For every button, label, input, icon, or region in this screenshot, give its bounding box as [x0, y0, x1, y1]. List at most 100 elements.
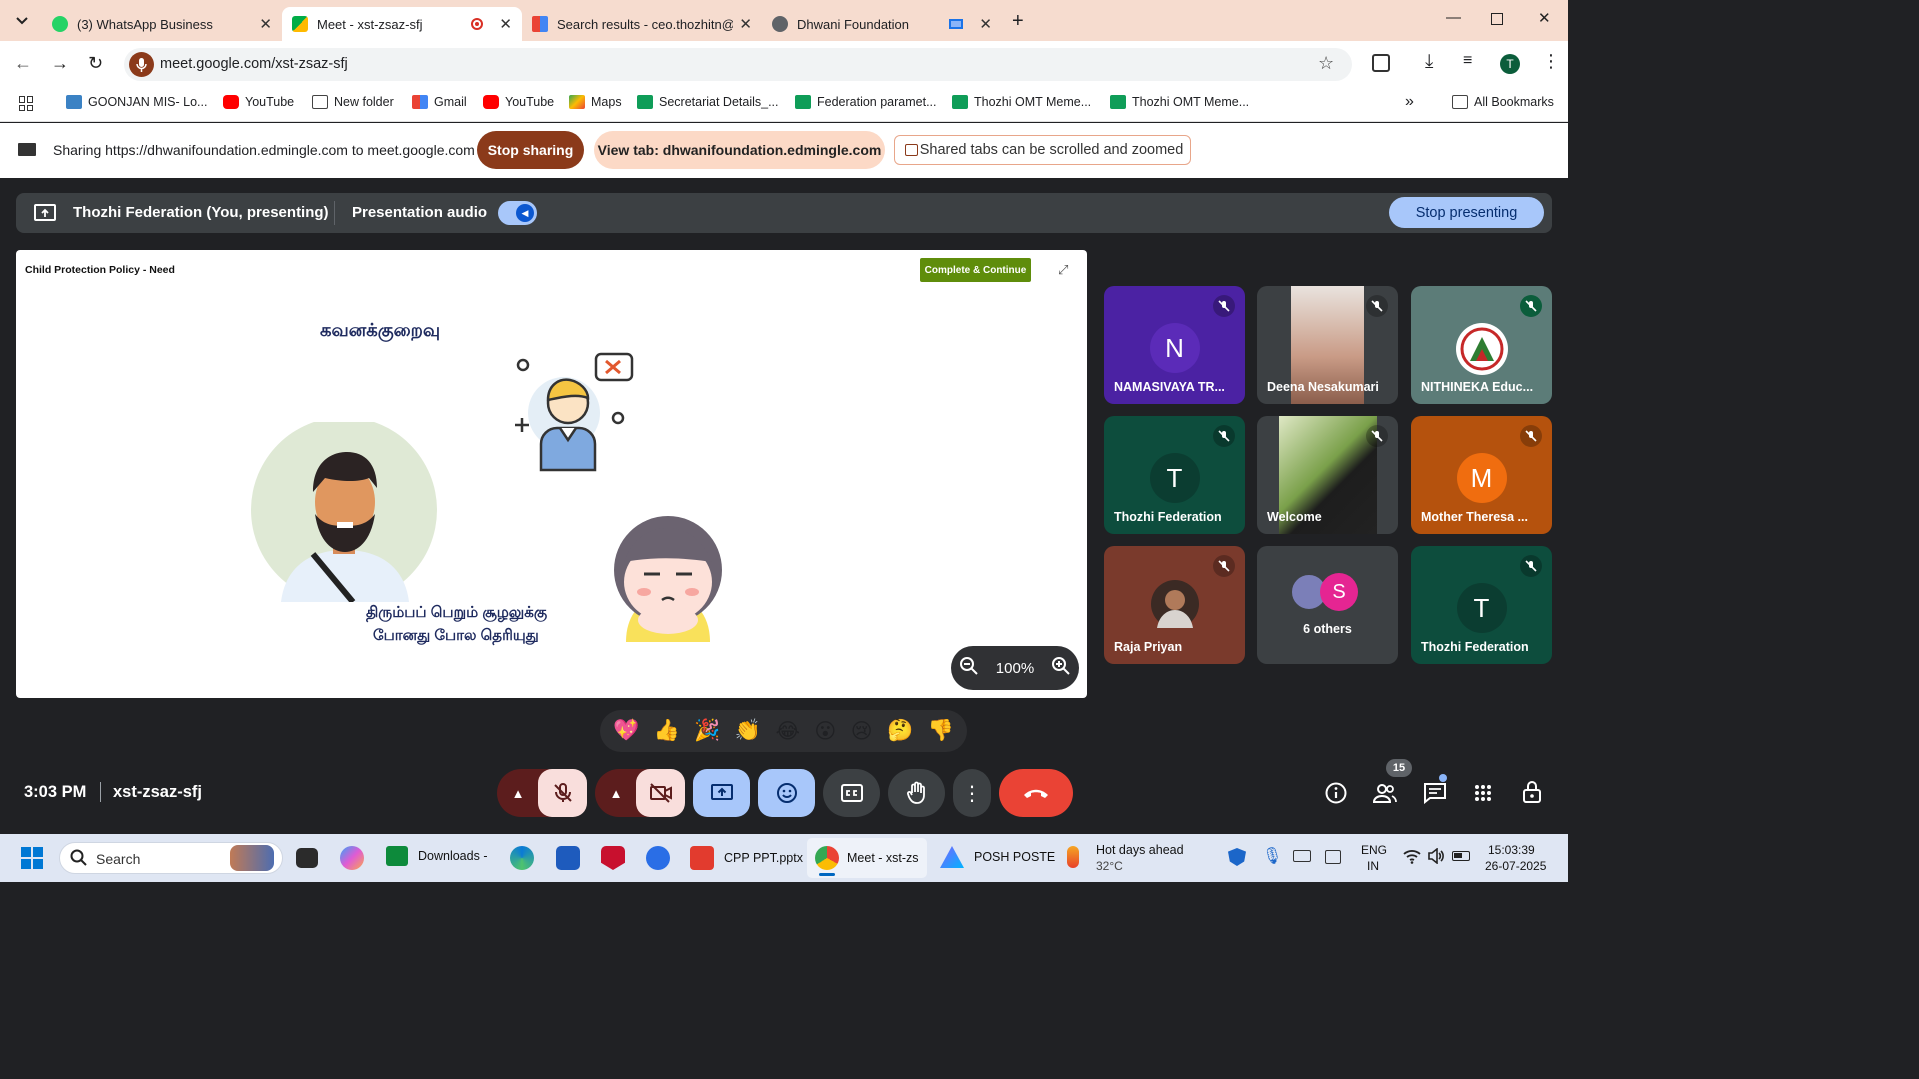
- clock-date[interactable]: 26-07-2025: [1485, 859, 1546, 873]
- reaction-emoji-button[interactable]: 👎: [928, 719, 954, 743]
- meeting-details-icon[interactable]: [1325, 782, 1347, 809]
- store-icon[interactable]: [556, 846, 580, 870]
- tab-search-icon[interactable]: [8, 7, 36, 35]
- raise-hand-button[interactable]: [888, 769, 945, 817]
- tab-meet[interactable]: Meet - xst-zsaz-sfj ✕: [282, 7, 522, 41]
- camera-off-button[interactable]: [636, 769, 685, 817]
- chat-icon[interactable]: [1423, 782, 1447, 809]
- mcafee-icon[interactable]: [601, 846, 625, 870]
- bookmark-federation[interactable]: Federation paramet...: [795, 95, 937, 109]
- taskbar-app-downloads[interactable]: Downloads -: [386, 846, 487, 866]
- bookmark-gmail[interactable]: Gmail: [412, 95, 467, 109]
- more-bookmarks-icon[interactable]: »: [1405, 93, 1414, 111]
- security-shield-icon[interactable]: [1228, 848, 1246, 866]
- clock-time[interactable]: 15:03:39: [1488, 843, 1535, 857]
- participant-tile[interactable]: NITHINEKA Educ...: [1411, 286, 1552, 404]
- microphone-in-use-icon[interactable]: [129, 52, 154, 77]
- apps-grid-icon[interactable]: [19, 96, 34, 111]
- close-tab-icon[interactable]: ✕: [259, 15, 272, 33]
- taskbar-app-posh[interactable]: POSH POSTE: [940, 846, 1055, 868]
- address-bar[interactable]: meet.google.com/xst-zsaz-sfj ☆: [124, 48, 1352, 81]
- close-tab-icon[interactable]: ✕: [979, 15, 992, 33]
- complete-continue-button[interactable]: Complete & Continue: [920, 258, 1031, 282]
- bookmark-star-icon[interactable]: ☆: [1318, 53, 1334, 74]
- taskbar-app-cpp-ppt[interactable]: CPP PPT.pptx: [690, 846, 803, 870]
- activities-icon[interactable]: [1474, 784, 1492, 807]
- reaction-emoji-button[interactable]: 👏: [735, 719, 761, 743]
- profile-avatar[interactable]: T: [1500, 54, 1520, 74]
- edge-icon[interactable]: [510, 846, 534, 870]
- participant-tile[interactable]: T Thozhi Federation: [1411, 546, 1552, 664]
- minimize-icon[interactable]: —: [1446, 9, 1461, 26]
- view-tab-button[interactable]: View tab: dhwanifoundation.edmingle.com: [594, 131, 885, 169]
- shared-slide[interactable]: Child Protection Policy - Need Complete …: [16, 250, 1087, 698]
- forward-icon[interactable]: →: [51, 53, 69, 74]
- all-bookmarks[interactable]: All Bookmarks: [1452, 95, 1554, 109]
- app-c-icon[interactable]: [646, 846, 670, 870]
- participant-tile[interactable]: Deena Nesakumari: [1257, 286, 1398, 404]
- close-tab-icon[interactable]: ✕: [499, 15, 512, 33]
- bookmark-thozhi-omt-1[interactable]: Thozhi OMT Meme...: [952, 95, 1091, 109]
- captions-button[interactable]: [823, 769, 880, 817]
- stop-sharing-button[interactable]: Stop sharing: [477, 131, 584, 169]
- bookmark-youtube-1[interactable]: YouTube: [223, 95, 294, 109]
- bookmark-youtube-2[interactable]: YouTube: [483, 95, 554, 109]
- language-code[interactable]: ENG: [1361, 843, 1387, 857]
- download-icon[interactable]: ⤓: [1425, 51, 1433, 73]
- copilot-icon[interactable]: [340, 846, 364, 870]
- participant-tile[interactable]: M Mother Theresa ...: [1411, 416, 1552, 534]
- tab-whatsapp[interactable]: (3) WhatsApp Business ✕: [42, 7, 282, 41]
- zoom-out-icon[interactable]: [959, 656, 979, 680]
- close-window-icon[interactable]: ✕: [1538, 9, 1551, 27]
- reaction-emoji-button[interactable]: 👍: [654, 719, 680, 743]
- taskbar-app-meet[interactable]: Meet - xst-zs: [807, 838, 927, 878]
- media-control-icon[interactable]: ≡: [1463, 52, 1472, 70]
- taskbar-search-box[interactable]: Search: [59, 842, 283, 874]
- new-tab-icon[interactable]: +: [1012, 10, 1024, 33]
- people-icon[interactable]: [1372, 782, 1397, 809]
- participant-tile[interactable]: Raja Priyan: [1104, 546, 1245, 664]
- host-controls-icon[interactable]: [1522, 780, 1542, 809]
- touch-pad-icon[interactable]: [1325, 850, 1341, 864]
- windows-start-icon[interactable]: [21, 847, 43, 869]
- keyboard-icon[interactable]: [1293, 850, 1311, 862]
- microphone-tray-icon[interactable]: 🎙: [1262, 846, 1282, 866]
- reaction-emoji-button[interactable]: 😢: [851, 719, 873, 744]
- presentation-audio-toggle[interactable]: ◀: [498, 201, 537, 225]
- tab-dhwani[interactable]: Dhwani Foundation ✕: [762, 7, 1002, 41]
- chevron-up-icon[interactable]: ▲: [595, 786, 637, 801]
- leave-call-button[interactable]: [999, 769, 1073, 817]
- bookmark-secretariat[interactable]: Secretariat Details_...: [637, 95, 779, 109]
- zoom-in-icon[interactable]: [1051, 656, 1071, 680]
- bookmark-new-folder[interactable]: New folder: [312, 95, 394, 109]
- participant-tile[interactable]: T Thozhi Federation: [1104, 416, 1245, 534]
- more-options-icon[interactable]: ⋮: [953, 769, 991, 817]
- others-tile[interactable]: S 6 others: [1257, 546, 1398, 664]
- reload-icon[interactable]: ↻: [88, 53, 103, 74]
- reaction-emoji-button[interactable]: 😮: [814, 719, 836, 744]
- reaction-emoji-button[interactable]: 🤔: [887, 719, 913, 743]
- participant-tile[interactable]: Welcome: [1257, 416, 1398, 534]
- wifi-icon[interactable]: [1403, 848, 1421, 867]
- task-view-icon[interactable]: [296, 848, 318, 868]
- reaction-emoji-button[interactable]: 😂: [775, 719, 800, 744]
- battery-icon[interactable]: [1452, 851, 1470, 861]
- reaction-emoji-button[interactable]: 🎉: [694, 719, 720, 743]
- reaction-emoji-button[interactable]: 💖: [613, 719, 639, 743]
- back-icon[interactable]: ←: [14, 53, 32, 74]
- participant-tile[interactable]: N NAMASIVAYA TR...: [1104, 286, 1245, 404]
- microphone-off-button[interactable]: [538, 769, 587, 817]
- chevron-up-icon[interactable]: ▲: [497, 786, 539, 801]
- tab-gmail-search[interactable]: Search results - ceo.thozhitn@g ✕: [522, 7, 762, 41]
- volume-icon[interactable]: [1427, 847, 1445, 867]
- chrome-menu-icon[interactable]: ⋮: [1542, 51, 1560, 72]
- close-tab-icon[interactable]: ✕: [739, 15, 752, 33]
- restore-icon[interactable]: [1491, 13, 1503, 25]
- stop-presenting-button[interactable]: Stop presenting: [1389, 197, 1544, 228]
- fullscreen-icon[interactable]: ⤢: [1058, 262, 1068, 278]
- bookmark-maps[interactable]: Maps: [569, 95, 622, 109]
- emoji-button[interactable]: [758, 769, 815, 817]
- bookmark-thozhi-omt-2[interactable]: Thozhi OMT Meme...: [1110, 95, 1249, 109]
- present-button[interactable]: [693, 769, 750, 817]
- extensions-icon[interactable]: [1372, 54, 1390, 72]
